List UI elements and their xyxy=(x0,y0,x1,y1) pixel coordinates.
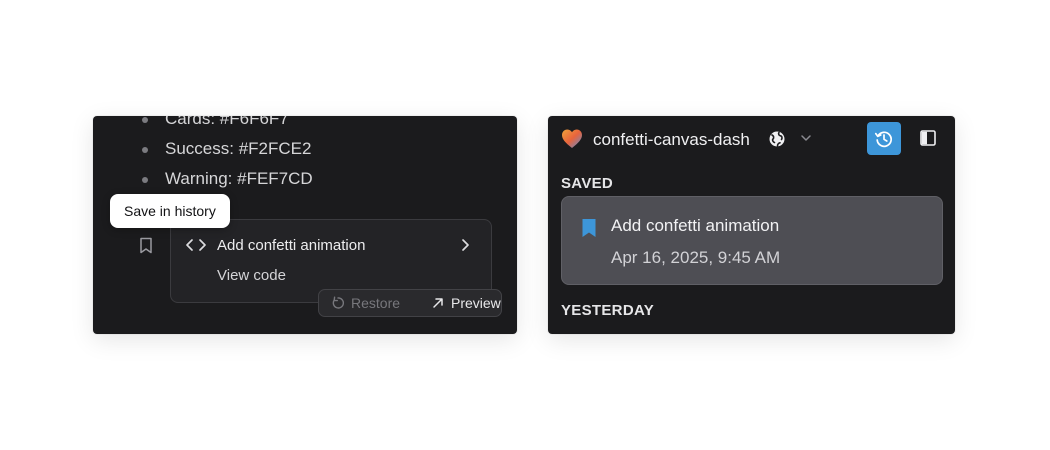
chevron-down-icon[interactable] xyxy=(800,132,812,144)
code-icon xyxy=(186,239,206,251)
globe-icon[interactable] xyxy=(768,130,786,148)
preview-label: Preview xyxy=(451,295,501,311)
heart-logo-icon xyxy=(562,129,582,148)
saved-version-item[interactable]: Add confetti animation Apr 16, 2025, 9:4… xyxy=(561,196,943,285)
yesterday-section-label: YESTERDAY xyxy=(561,302,655,319)
list-item: Warning: #FEF7CD xyxy=(137,164,313,194)
version-actions: Restore Preview xyxy=(318,289,502,317)
sidebar-toggle-icon[interactable] xyxy=(920,130,936,146)
restore-icon xyxy=(332,296,344,309)
history-toggle-button[interactable] xyxy=(867,122,901,155)
chevron-right-icon[interactable] xyxy=(459,237,471,253)
save-in-history-button[interactable] xyxy=(135,234,157,256)
restore-button[interactable]: Restore xyxy=(319,295,421,311)
project-name[interactable]: confetti-canvas-dash xyxy=(593,129,750,151)
theme-color-list: Cards: #F6F6F7 Success: #F2FCE2 Warning:… xyxy=(137,116,313,194)
bookmark-filled-icon xyxy=(582,219,596,237)
saved-version-title: Add confetti animation xyxy=(611,216,780,235)
chat-panel: Cards: #F6F6F7 Success: #F2FCE2 Warning:… xyxy=(93,116,517,334)
arrow-up-right-icon xyxy=(433,298,443,308)
bookmark-outline-icon xyxy=(140,237,152,253)
list-item: Cards: #F6F6F7 xyxy=(137,116,313,134)
list-item: Success: #F2FCE2 xyxy=(137,134,313,164)
history-sidebar: confetti-canvas-dash SAVED Add confetti … xyxy=(548,116,955,334)
saved-version-date: Apr 16, 2025, 9:45 AM xyxy=(611,248,781,267)
preview-button[interactable]: Preview xyxy=(421,295,501,311)
save-in-history-tooltip: Save in history xyxy=(110,194,230,228)
saved-section-label: SAVED xyxy=(561,175,614,192)
version-title: Add confetti animation xyxy=(217,237,366,254)
view-code-link[interactable]: View code xyxy=(217,266,286,286)
restore-label: Restore xyxy=(351,295,401,311)
history-icon xyxy=(874,131,893,147)
